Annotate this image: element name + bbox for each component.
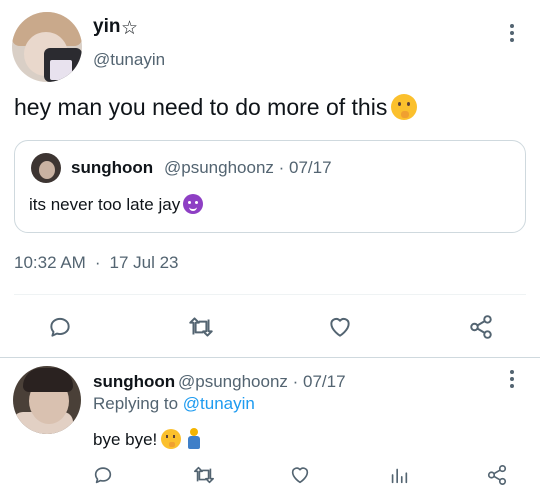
dancer-icon xyxy=(184,428,204,450)
replying-handle-link[interactable]: @tunayin xyxy=(183,394,255,413)
replying-to: Replying to @tunayin xyxy=(93,394,255,414)
separator-dot: · xyxy=(94,253,101,272)
share-icon[interactable] xyxy=(468,314,494,340)
reply-icon[interactable] xyxy=(47,314,73,340)
share-icon[interactable] xyxy=(486,464,508,486)
timestamp: 10:32 AM · 17 Jul 23 xyxy=(14,253,179,273)
main-tweet: yin ☆ @tunayin hey man you need to do mo… xyxy=(0,0,540,358)
reply-text: bye bye! xyxy=(93,428,204,450)
tweet-time: 10:32 AM xyxy=(14,253,86,272)
quoted-tweet[interactable]: sunghoon @psunghoonz · 07/17 its never t… xyxy=(14,140,526,233)
quote-avatar xyxy=(31,153,61,183)
tweet-text-content: hey man you need to do more of this xyxy=(14,94,388,120)
retweet-icon[interactable] xyxy=(187,314,215,340)
star-icon: ☆ xyxy=(121,18,139,39)
retweet-icon[interactable] xyxy=(192,464,216,486)
quote-text-content: its never too late jay xyxy=(29,195,181,214)
reply-tweet[interactable]: sunghoon @psunghoonz · 07/17 Replying to… xyxy=(0,358,540,496)
quote-author-meta: @psunghoonz · 07/17 xyxy=(164,158,332,177)
author-handle[interactable]: @tunayin xyxy=(93,50,165,70)
replying-prefix: Replying to xyxy=(93,394,179,413)
like-icon[interactable] xyxy=(289,464,311,486)
avatar[interactable] xyxy=(12,12,82,82)
divider xyxy=(14,294,526,295)
more-options-icon[interactable] xyxy=(509,24,515,46)
smiling-devil-icon xyxy=(183,194,204,214)
more-options-icon[interactable] xyxy=(509,370,515,392)
tweet-text: hey man you need to do more of this xyxy=(14,94,418,121)
quote-text: its never too late jay xyxy=(29,194,204,215)
analytics-icon[interactable] xyxy=(388,464,410,486)
shushing-face-icon xyxy=(391,94,418,120)
reply-icon[interactable] xyxy=(92,464,114,486)
reply-author-name[interactable]: sunghoon xyxy=(93,372,175,392)
quote-author-name: sunghoon xyxy=(71,158,154,177)
like-icon[interactable] xyxy=(327,314,353,340)
shushing-face-icon xyxy=(161,429,182,449)
avatar[interactable] xyxy=(13,366,81,434)
tweet-date: 17 Jul 23 xyxy=(109,253,179,272)
reply-text-content: bye bye! xyxy=(93,430,158,449)
author-name[interactable]: yin xyxy=(93,16,120,38)
reply-author-meta[interactable]: @psunghoonz · 07/17 xyxy=(178,372,346,392)
